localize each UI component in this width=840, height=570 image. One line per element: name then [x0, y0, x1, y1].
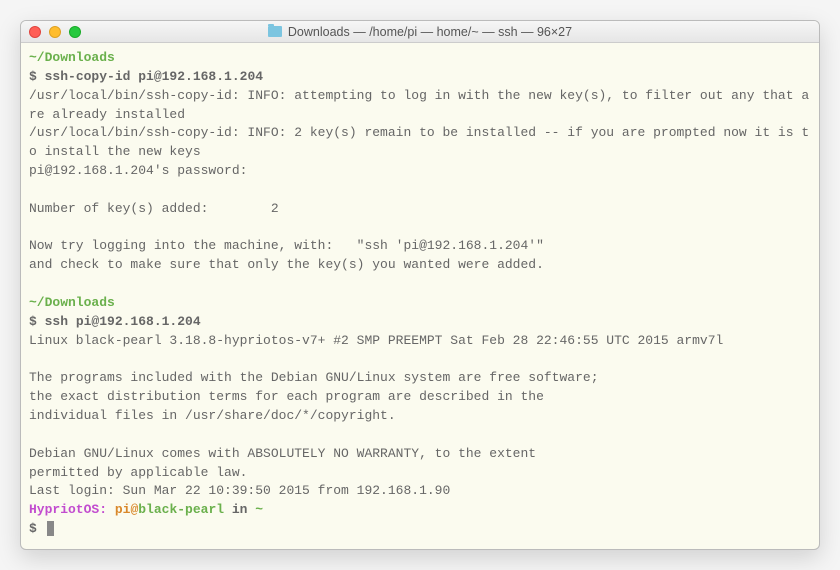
output-line: the exact distribution terms for each pr… — [29, 389, 544, 404]
close-icon[interactable] — [29, 26, 41, 38]
window-title: Downloads — /home/pi — home/~ — ssh — 96… — [288, 25, 572, 39]
prompt: $ — [29, 69, 45, 84]
prompt: $ — [29, 314, 45, 329]
output-line: permitted by applicable law. — [29, 465, 247, 480]
output-line: and check to make sure that only the key… — [29, 257, 544, 272]
output-line: Debian GNU/Linux comes with ABSOLUTELY N… — [29, 446, 536, 461]
folder-icon — [268, 26, 282, 37]
titlebar[interactable]: Downloads — /home/pi — home/~ — ssh — 96… — [21, 21, 819, 43]
title-wrap: Downloads — /home/pi — home/~ — ssh — 96… — [21, 25, 819, 39]
ps1-os: HypriotOS: — [29, 502, 115, 517]
traffic-lights — [21, 26, 81, 38]
command: ssh pi@192.168.1.204 — [45, 314, 201, 329]
output-line: Number of key(s) added: 2 — [29, 201, 279, 216]
prompt: $ — [29, 521, 45, 536]
ps1-dir: ~ — [255, 502, 263, 517]
cwd-line: ~/Downloads — [29, 295, 115, 310]
cursor-icon — [47, 521, 54, 536]
cwd-line: ~/Downloads — [29, 50, 115, 65]
output-line: /usr/local/bin/ssh-copy-id: INFO: 2 key(… — [29, 125, 809, 159]
output-line: individual files in /usr/share/doc/*/cop… — [29, 408, 396, 423]
minimize-icon[interactable] — [49, 26, 61, 38]
output-line: pi@192.168.1.204's password: — [29, 163, 247, 178]
command: ssh-copy-id pi@192.168.1.204 — [45, 69, 263, 84]
output-line: Now try logging into the machine, with: … — [29, 238, 544, 253]
output-line: The programs included with the Debian GN… — [29, 370, 599, 385]
output-line: /usr/local/bin/ssh-copy-id: INFO: attemp… — [29, 88, 809, 122]
ps1-user: pi — [115, 502, 131, 517]
ps1-host: black-pearl — [138, 502, 224, 517]
output-line: Last login: Sun Mar 22 10:39:50 2015 fro… — [29, 483, 450, 498]
terminal-body[interactable]: ~/Downloads $ ssh-copy-id pi@192.168.1.2… — [21, 43, 819, 549]
ps1-in: in — [224, 502, 255, 517]
terminal-window: Downloads — /home/pi — home/~ — ssh — 96… — [20, 20, 820, 550]
maximize-icon[interactable] — [69, 26, 81, 38]
output-line: Linux black-pearl 3.18.8-hypriotos-v7+ #… — [29, 333, 723, 348]
